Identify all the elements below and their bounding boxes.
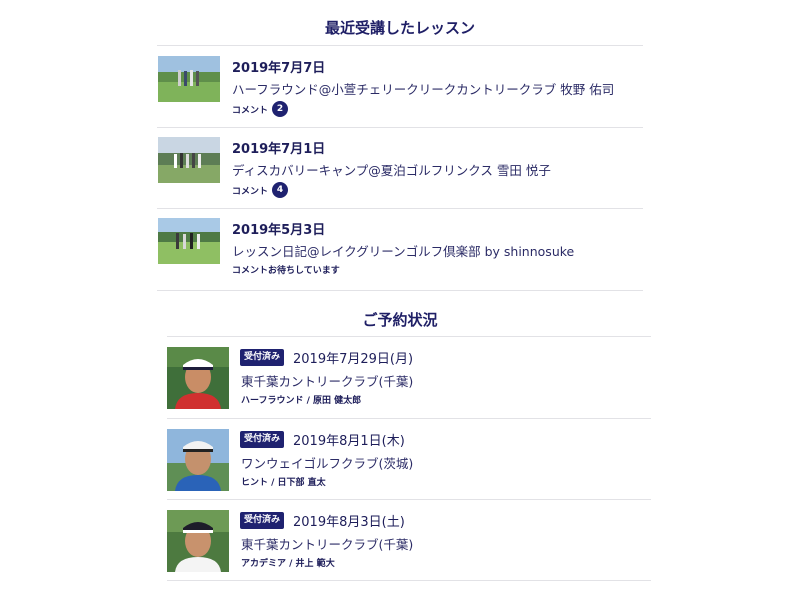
comment-label: コメント	[232, 186, 269, 197]
lesson-title[interactable]: ハーフラウンド@小萱チェリークリークカントリークラブ 牧野 佑司	[232, 79, 614, 98]
lesson-item-partial	[157, 299, 643, 307]
lesson-title[interactable]: ディスカバリーキャンプ@夏泊ゴルフリンクス 雪田 悦子	[232, 160, 551, 179]
reservation-item[interactable]: 受付済み 2019年8月3日(土) 東千葉カントリークラブ(千葉) アカデミア …	[167, 510, 651, 580]
lesson-item[interactable]: 2019年5月3日 レッスン日記@レイクグリーンゴルフ倶楽部 by shinno…	[157, 218, 643, 288]
lesson-date: 2019年7月1日	[232, 142, 326, 157]
status-badge: 受付済み	[240, 431, 285, 448]
reservation-detail: ハーフラウンド / 原田 健太郎	[241, 396, 362, 406]
lesson-item[interactable]: 2019年7月7日 ハーフラウンド@小萱チェリークリークカントリークラブ 牧野 …	[157, 56, 643, 126]
divider	[167, 418, 651, 419]
lesson-date: 2019年7月7日	[232, 61, 326, 76]
comment-count-badge: 4	[272, 182, 289, 198]
status-badge: 受付済み	[240, 349, 285, 366]
divider	[167, 499, 651, 500]
comment-count-badge: 2	[272, 101, 289, 117]
coach-photo	[167, 510, 229, 572]
reservations-title: ご予約状況	[362, 311, 438, 329]
lesson-thumbnail[interactable]	[158, 56, 220, 102]
reservation-club[interactable]: ワンウェイゴルフクラブ(茨城)	[241, 453, 413, 472]
reservation-detail: アカデミア / 井上 範大	[241, 559, 335, 569]
divider	[167, 580, 651, 581]
reservation-item[interactable]: 受付済み 2019年7月29日(月) 東千葉カントリークラブ(千葉) ハーフラウ…	[167, 347, 651, 417]
coach-photo	[167, 347, 229, 409]
divider	[157, 290, 643, 291]
comment-label: コメント	[232, 105, 269, 116]
divider	[157, 45, 643, 46]
lesson-thumbnail[interactable]	[158, 218, 220, 264]
status-badge: 受付済み	[240, 512, 285, 529]
lesson-comment[interactable]: コメント 4	[232, 182, 289, 198]
reservation-club[interactable]: 東千葉カントリークラブ(千葉)	[241, 371, 413, 390]
lesson-date: 2019年5月3日	[232, 223, 326, 238]
reservation-item[interactable]: 受付済み 2019年8月1日(木) ワンウェイゴルフクラブ(茨城) ヒント / …	[167, 429, 651, 499]
lesson-comment[interactable]: コメントお待ちしています	[232, 263, 340, 276]
comment-label: コメントお待ちしています	[232, 266, 340, 276]
coach-photo	[167, 429, 229, 491]
divider	[157, 127, 643, 128]
lesson-comment[interactable]: コメント 2	[232, 101, 289, 117]
reservation-date: 2019年8月1日(木)	[293, 434, 405, 449]
lesson-item[interactable]: 2019年7月1日 ディスカバリーキャンプ@夏泊ゴルフリンクス 雪田 悦子 コメ…	[157, 137, 643, 207]
reservation-detail: ヒント / 日下部 直太	[241, 478, 326, 488]
recent-lessons-title: 最近受講したレッスン	[324, 19, 475, 37]
divider	[167, 336, 651, 337]
reservation-date: 2019年7月29日(月)	[293, 352, 414, 367]
reservation-date: 2019年8月3日(土)	[293, 515, 405, 530]
reservation-club[interactable]: 東千葉カントリークラブ(千葉)	[241, 534, 413, 553]
lesson-title[interactable]: レッスン日記@レイクグリーンゴルフ倶楽部 by shinnosuke	[232, 241, 574, 260]
lesson-thumbnail[interactable]	[158, 137, 220, 183]
divider	[157, 208, 643, 209]
